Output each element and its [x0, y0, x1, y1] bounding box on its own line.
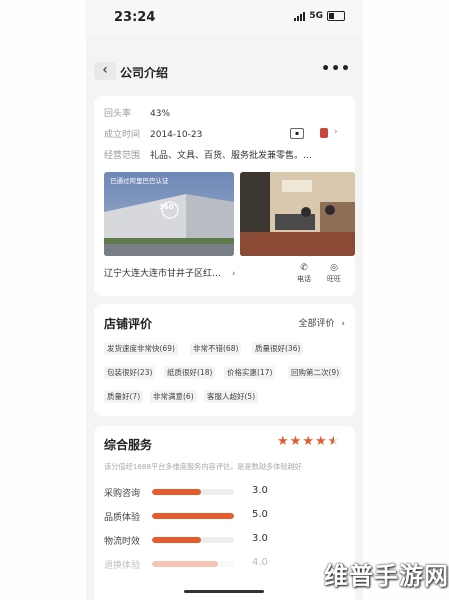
network-label: 5G: [309, 11, 323, 21]
service-score: 3.0: [252, 485, 268, 496]
chevron-right-icon: ›: [341, 319, 345, 329]
service-score: 5.0: [252, 509, 268, 520]
service-bar: [152, 513, 234, 519]
badge-icon[interactable]: [320, 128, 328, 138]
address-arrow-icon: ›: [231, 269, 236, 279]
service-bar-fill: [152, 537, 202, 543]
more-button[interactable]: •••: [321, 61, 351, 77]
info-row-founded: 成立时间 2014-10-23: [104, 130, 203, 140]
home-indicator: [184, 590, 264, 593]
service-card: 综合服务 ★★★★★ 该分值经1688平台多维度服务内容评估，是是数越多体验越好…: [94, 426, 355, 600]
review-tag[interactable]: 非常不错(68): [190, 342, 242, 355]
back-button[interactable]: ‹: [94, 62, 116, 80]
status-bar: 23:24 5G: [86, 0, 363, 36]
reviews-card: 店铺评价 全部评价 › 发货速度非常快(69) 非常不错(68) 质量很好(36…: [94, 304, 355, 416]
review-tag[interactable]: 客服人超好(5): [204, 390, 259, 403]
review-tag[interactable]: 价格实惠(17): [224, 366, 276, 379]
review-tag[interactable]: 质量好(7): [104, 390, 144, 403]
service-label: 品质体验: [104, 513, 141, 523]
star-icon: ★: [289, 434, 303, 449]
service-label: 采购咨询: [104, 489, 141, 499]
phone-icon: ✆: [300, 263, 308, 273]
nav-bar: ‹ 公司介绍 •••: [86, 58, 363, 86]
wangwang-button[interactable]: ◎ 旺旺: [322, 262, 346, 284]
chat-icon: ◎: [330, 263, 338, 273]
star-icon: ★: [277, 434, 290, 449]
company-address[interactable]: 辽宁大连大连市甘井子区红… ›: [104, 266, 236, 279]
service-score: 4.0: [252, 557, 268, 568]
service-bar: [152, 489, 234, 495]
company-card: 回头率 43% 成立时间 2014-10-23 ▪ › 经营范围 礼品、文具、百货、服…: [94, 96, 355, 296]
star-icon: ★: [302, 434, 315, 449]
360-view-badge[interactable]: 360°: [159, 203, 177, 211]
service-title: 综合服务: [104, 438, 153, 452]
watermark-logo: 维普手游网: [324, 562, 449, 590]
star-icon: ★: [314, 434, 328, 449]
review-tag[interactable]: 非常满意(6): [150, 390, 197, 403]
review-tag[interactable]: 纸质很好(18): [164, 366, 216, 379]
service-bar-fill: [152, 513, 234, 519]
service-bar: [152, 561, 234, 567]
factory-photo[interactable]: 已通过阿里巴巴认证 360°: [104, 172, 234, 256]
license-icon[interactable]: ▪: [290, 128, 304, 139]
service-bar-fill: [152, 489, 202, 495]
service-score: 3.0: [252, 533, 268, 544]
service-bar: [152, 537, 234, 543]
star-rating: ★★★★★: [277, 434, 340, 449]
photo-caption: 已通过阿里巴巴认证: [110, 177, 169, 185]
battery-icon: [327, 11, 345, 21]
review-tag[interactable]: 发货速度非常快(69): [104, 342, 178, 355]
reviews-title: 店铺评价: [104, 317, 153, 331]
status-time: 23:24: [114, 10, 156, 25]
page-title: 公司介绍: [120, 66, 169, 80]
status-indicators: 5G: [294, 11, 345, 21]
all-reviews-link[interactable]: 全部评价 ›: [299, 316, 346, 329]
review-tag[interactable]: 包装很好(23): [104, 366, 156, 379]
chevron-right-icon[interactable]: ›: [334, 127, 338, 137]
service-label: 退换体验: [104, 561, 141, 571]
service-label: 物流时效: [104, 537, 141, 547]
phone-button[interactable]: ✆ 电话: [292, 262, 316, 284]
phone-screen: 23:24 5G ‹ 公司介绍 ••• 回头率 43% 成立时间 2014-10-2…: [86, 0, 363, 600]
star-icon: ★: [327, 434, 341, 449]
service-bar-fill: [152, 561, 218, 567]
info-row-return-rate: 回头率 43%: [104, 109, 171, 119]
review-tag[interactable]: 回购第二次(9): [288, 366, 343, 379]
review-tag[interactable]: 质量很好(36): [252, 342, 304, 355]
info-row-scope: 经营范围 礼品、文具、百货、服务批发兼零售。…: [104, 151, 313, 161]
office-photo[interactable]: [240, 172, 355, 256]
office-image: [240, 172, 355, 256]
signal-icon: [294, 11, 306, 21]
service-description: 该分值经1688平台多维度服务内容评估，是是数越多体验越好: [104, 462, 302, 471]
